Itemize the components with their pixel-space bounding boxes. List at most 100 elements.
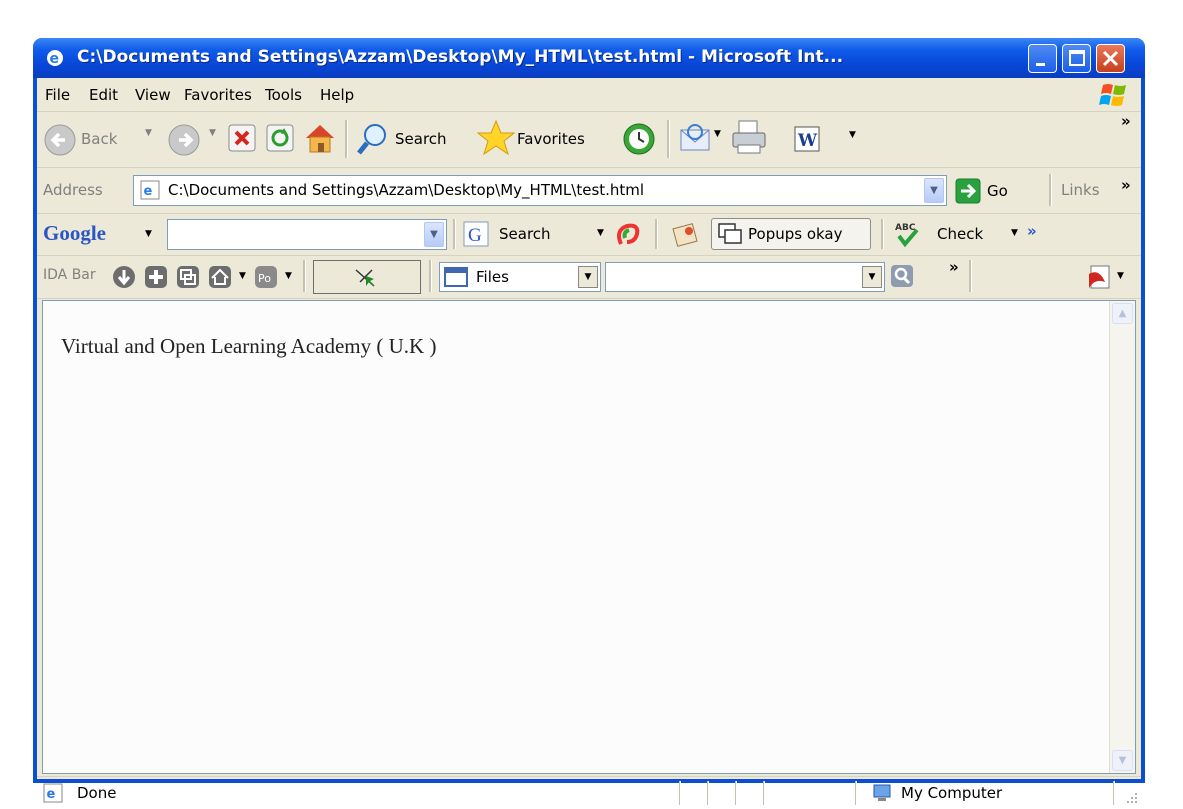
scroll-down-button[interactable]: ▼: [1112, 750, 1133, 771]
minimize-button[interactable]: [1028, 44, 1057, 73]
links-overflow-icon[interactable]: »: [1121, 176, 1131, 194]
toolbar-separator: [969, 260, 972, 292]
files-label: Files: [476, 268, 509, 286]
status-bar: e Done My Computer: [37, 776, 1141, 809]
ida-home-icon[interactable]: [207, 264, 233, 290]
status-separator: [707, 781, 709, 805]
menu-edit[interactable]: Edit: [89, 86, 118, 104]
status-separator: [679, 781, 681, 805]
check-label: Check: [937, 225, 984, 243]
toolbar-separator: [1049, 174, 1052, 206]
page-status-icon: e: [43, 783, 63, 803]
spell-check-button[interactable]: ABC Check: [893, 219, 1003, 249]
check-dropdown-icon[interactable]: ▼: [1011, 228, 1018, 238]
ida-search-input[interactable]: ▼: [605, 262, 885, 292]
ida-windows-icon[interactable]: [175, 264, 201, 290]
ida-bar-label: IDA Bar: [43, 267, 96, 283]
ie-window: e C:\Documents and Settings\Azzam\Deskto…: [33, 38, 1145, 805]
google-search-input[interactable]: ▼: [167, 219, 447, 250]
google-dropdown-icon[interactable]: ▼: [145, 229, 152, 239]
address-label: Address: [43, 181, 103, 199]
toolbar-separator: [303, 260, 306, 292]
cursor-target-icon: [355, 269, 375, 287]
files-dropdown-icon[interactable]: ▼: [578, 266, 598, 288]
maximize-icon: [1069, 50, 1085, 66]
spell-check-icon: ABC: [895, 223, 919, 248]
print-icon[interactable]: [729, 119, 769, 157]
address-dropdown-icon[interactable]: ▼: [924, 178, 944, 203]
google-logo[interactable]: Google: [43, 221, 106, 246]
menu-help[interactable]: Help: [320, 86, 354, 104]
status-text: Done: [77, 784, 117, 802]
back-arrow-icon: [44, 124, 76, 156]
vertical-scrollbar[interactable]: ▲ ▼: [1109, 301, 1135, 773]
links-button[interactable]: Links: [1061, 181, 1100, 199]
news-icon[interactable]: [671, 221, 699, 249]
forward-arrow-icon[interactable]: [167, 123, 201, 157]
scroll-up-button[interactable]: ▲: [1112, 303, 1133, 324]
svg-text:e: e: [50, 51, 60, 67]
google-search-button[interactable]: G Search: [463, 219, 583, 249]
window-title: C:\Documents and Settings\Azzam\Desktop\…: [77, 47, 844, 67]
maximize-button[interactable]: [1062, 44, 1091, 73]
files-select[interactable]: Files ▼: [439, 262, 601, 292]
search-dropdown-icon[interactable]: ▼: [597, 228, 604, 238]
google-overflow-icon[interactable]: »: [1027, 222, 1037, 240]
windows-logo-icon: [1099, 84, 1126, 106]
pdf-dropdown-icon[interactable]: ▼: [1117, 271, 1124, 281]
ida-search-dropdown-icon[interactable]: ▼: [862, 266, 882, 288]
home-icon[interactable]: [302, 120, 338, 156]
menu-favorites[interactable]: Favorites: [184, 86, 252, 104]
mail-icon[interactable]: [677, 122, 713, 154]
menu-file[interactable]: File: [45, 86, 70, 104]
ie-icon: e: [47, 50, 63, 67]
back-label: Back: [81, 130, 118, 148]
favorites-star-icon: [477, 119, 515, 156]
page-body-text: Virtual and Open Learning Academy ( U.K …: [61, 334, 437, 358]
search-button[interactable]: Search: [355, 119, 475, 159]
go-label: Go: [987, 182, 1008, 200]
minimize-icon: [1036, 63, 1045, 66]
word-edit-icon[interactable]: W: [792, 124, 822, 154]
google-search-dropdown-icon[interactable]: ▼: [424, 222, 444, 247]
back-button[interactable]: Back: [43, 119, 141, 159]
edit-dropdown-icon[interactable]: ▼: [849, 130, 856, 140]
close-button[interactable]: [1096, 44, 1125, 73]
ida-target-button[interactable]: [313, 260, 421, 294]
mail-dropdown-icon[interactable]: ▼: [714, 129, 721, 139]
menu-bar: File Edit View Favorites Tools Help: [37, 78, 1141, 112]
popup-blocker-button[interactable]: Popups okay: [711, 218, 871, 250]
ida-search-icon[interactable]: [889, 263, 915, 289]
pdf-icon[interactable]: [1085, 264, 1113, 292]
address-field[interactable]: e C:\Documents and Settings\Azzam\Deskto…: [133, 175, 947, 206]
toolbar-separator: [881, 219, 884, 249]
pagerank-icon[interactable]: [613, 220, 643, 250]
title-bar[interactable]: e C:\Documents and Settings\Azzam\Deskto…: [33, 38, 1145, 78]
svg-text:e: e: [144, 184, 153, 199]
standard-toolbar: Back ▼ ▼ Search Favorites ▼ W ▼ »: [37, 112, 1141, 168]
page-viewport: Virtual and Open Learning Academy ( U.K …: [42, 300, 1136, 774]
ida-home-dropdown-icon[interactable]: ▼: [239, 271, 246, 281]
ida-settings-icon[interactable]: Po: [253, 264, 279, 290]
back-dropdown-icon[interactable]: ▼: [145, 128, 152, 138]
favorites-button[interactable]: Favorites: [477, 117, 617, 159]
google-toolbar: Google ▼ ▼ G Search ▼ Popups okay ABC Ch…: [37, 214, 1141, 256]
ida-download-icon[interactable]: [111, 264, 137, 290]
resize-grip-icon[interactable]: [1125, 791, 1139, 805]
go-arrow-icon: [955, 178, 981, 204]
refresh-icon[interactable]: [265, 123, 295, 153]
files-window-icon: [444, 267, 468, 287]
svg-text:ABC: ABC: [895, 223, 916, 233]
forward-dropdown-icon[interactable]: ▼: [209, 128, 216, 138]
ida-settings-dropdown-icon[interactable]: ▼: [285, 271, 292, 281]
ida-overflow-icon[interactable]: »: [949, 258, 959, 276]
stop-icon[interactable]: [227, 123, 257, 153]
ida-add-icon[interactable]: [143, 264, 169, 290]
page-icon: e: [140, 180, 160, 200]
svg-text:Po: Po: [258, 272, 271, 285]
history-icon[interactable]: [621, 121, 657, 157]
menu-view[interactable]: View: [135, 86, 171, 104]
go-button[interactable]: Go: [955, 176, 1025, 206]
menu-tools[interactable]: Tools: [265, 86, 302, 104]
toolbar-overflow-icon[interactable]: »: [1121, 112, 1131, 130]
